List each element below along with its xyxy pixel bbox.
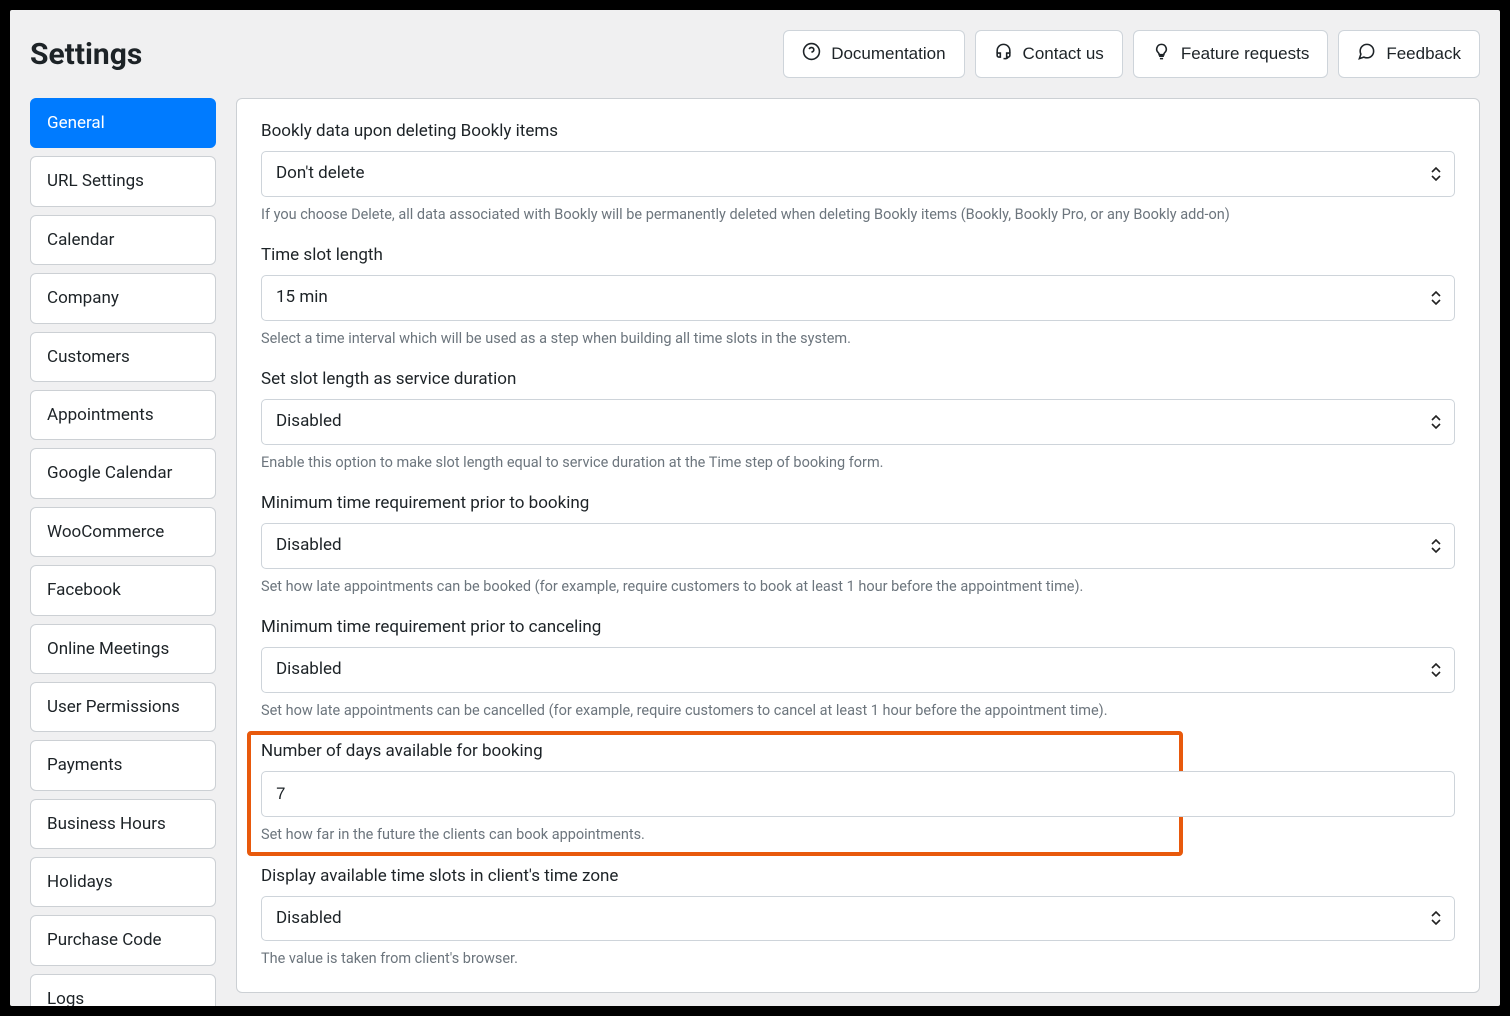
help-text: Set how late appointments can be booked …: [261, 577, 1455, 597]
input-wrap: [261, 771, 1455, 817]
sidebar-item-label: Business Hours: [47, 814, 166, 834]
help-text: Select a time interval which will be use…: [261, 329, 1455, 349]
sidebar-item-holidays[interactable]: Holidays: [30, 857, 216, 907]
sidebar-item-label: Appointments: [47, 405, 154, 425]
feedback-button[interactable]: Feedback: [1338, 30, 1480, 78]
sidebar-item-google-calendar[interactable]: Google Calendar: [30, 448, 216, 498]
help-text: The value is taken from client's browser…: [261, 949, 1455, 969]
sidebar-item-label: Google Calendar: [47, 463, 172, 483]
sidebar-item-label: Online Meetings: [47, 639, 169, 659]
sidebar-item-calendar[interactable]: Calendar: [30, 215, 216, 265]
min-cancel-select[interactable]: Disabled: [261, 647, 1455, 693]
sidebar-item-label: URL Settings: [47, 171, 144, 191]
sidebar-item-label: Payments: [47, 755, 122, 775]
sidebar-item-customers[interactable]: Customers: [30, 332, 216, 382]
select-wrap: Disabled: [261, 896, 1455, 942]
sidebar-item-label: Customers: [47, 347, 130, 367]
button-label: Feedback: [1386, 44, 1461, 64]
field-slot-length: Time slot length 15 min Select a time in…: [261, 245, 1455, 349]
help-text: If you choose Delete, all data associate…: [261, 205, 1455, 225]
field-label: Minimum time requirement prior to cancel…: [261, 617, 1455, 637]
field-label: Time slot length: [261, 245, 1455, 265]
sidebar-item-logs[interactable]: Logs: [30, 974, 216, 1006]
min-booking-select[interactable]: Disabled: [261, 523, 1455, 569]
field-delete-data: Bookly data upon deleting Bookly items D…: [261, 121, 1455, 225]
comment-icon: [1357, 42, 1376, 66]
field-label: Set slot length as service duration: [261, 369, 1455, 389]
content-row: General URL Settings Calendar Company Cu…: [30, 98, 1480, 1006]
field-min-cancel: Minimum time requirement prior to cancel…: [261, 617, 1455, 721]
field-service-duration: Set slot length as service duration Disa…: [261, 369, 1455, 473]
app-frame: Settings Documentation Contact us Featur…: [10, 10, 1500, 1006]
sidebar: General URL Settings Calendar Company Cu…: [30, 98, 216, 1006]
sidebar-item-woocommerce[interactable]: WooCommerce: [30, 507, 216, 557]
sidebar-item-user-permissions[interactable]: User Permissions: [30, 682, 216, 732]
sidebar-item-label: Facebook: [47, 580, 121, 600]
header: Settings Documentation Contact us Featur…: [30, 30, 1480, 78]
select-wrap: Don't delete: [261, 151, 1455, 197]
sidebar-item-appointments[interactable]: Appointments: [30, 390, 216, 440]
sidebar-item-business-hours[interactable]: Business Hours: [30, 799, 216, 849]
select-wrap: Disabled: [261, 399, 1455, 445]
sidebar-item-purchase-code[interactable]: Purchase Code: [30, 915, 216, 965]
field-label: Minimum time requirement prior to bookin…: [261, 493, 1455, 513]
service-duration-select[interactable]: Disabled: [261, 399, 1455, 445]
sidebar-item-label: Purchase Code: [47, 930, 162, 950]
sidebar-item-payments[interactable]: Payments: [30, 740, 216, 790]
sidebar-item-label: Holidays: [47, 872, 113, 892]
help-text: Enable this option to make slot length e…: [261, 453, 1455, 473]
select-wrap: Disabled: [261, 647, 1455, 693]
client-timezone-select[interactable]: Disabled: [261, 896, 1455, 942]
field-days-available: Number of days available for booking Set…: [261, 741, 1455, 845]
field-label: Number of days available for booking: [261, 741, 1455, 761]
help-circle-icon: [802, 42, 821, 66]
help-text: Set how far in the future the clients ca…: [261, 825, 1455, 845]
page-title: Settings: [30, 37, 142, 72]
documentation-button[interactable]: Documentation: [783, 30, 964, 78]
slot-length-select[interactable]: 15 min: [261, 275, 1455, 321]
header-buttons: Documentation Contact us Feature request…: [783, 30, 1480, 78]
sidebar-item-general[interactable]: General: [30, 98, 216, 148]
main-panel: Bookly data upon deleting Bookly items D…: [236, 98, 1480, 993]
field-label: Bookly data upon deleting Bookly items: [261, 121, 1455, 141]
sidebar-item-label: Calendar: [47, 230, 114, 250]
sidebar-item-label: User Permissions: [47, 697, 180, 717]
button-label: Documentation: [831, 44, 945, 64]
feature-requests-button[interactable]: Feature requests: [1133, 30, 1329, 78]
field-label: Display available time slots in client's…: [261, 866, 1455, 886]
sidebar-item-company[interactable]: Company: [30, 273, 216, 323]
button-label: Feature requests: [1181, 44, 1310, 64]
select-wrap: Disabled: [261, 523, 1455, 569]
select-wrap: 15 min: [261, 275, 1455, 321]
sidebar-item-facebook[interactable]: Facebook: [30, 565, 216, 615]
field-min-booking: Minimum time requirement prior to bookin…: [261, 493, 1455, 597]
sidebar-item-label: WooCommerce: [47, 522, 164, 542]
sidebar-item-url-settings[interactable]: URL Settings: [30, 156, 216, 206]
sidebar-item-label: Logs: [47, 989, 84, 1006]
contact-button[interactable]: Contact us: [975, 30, 1123, 78]
sidebar-item-label: Company: [47, 288, 119, 308]
delete-data-select[interactable]: Don't delete: [261, 151, 1455, 197]
sidebar-item-label: General: [47, 113, 105, 133]
button-label: Contact us: [1023, 44, 1104, 64]
days-available-input[interactable]: [261, 771, 1455, 817]
lightbulb-icon: [1152, 42, 1171, 66]
field-client-timezone: Display available time slots in client's…: [261, 866, 1455, 970]
headset-icon: [994, 42, 1013, 66]
sidebar-item-online-meetings[interactable]: Online Meetings: [30, 624, 216, 674]
help-text: Set how late appointments can be cancell…: [261, 701, 1455, 721]
